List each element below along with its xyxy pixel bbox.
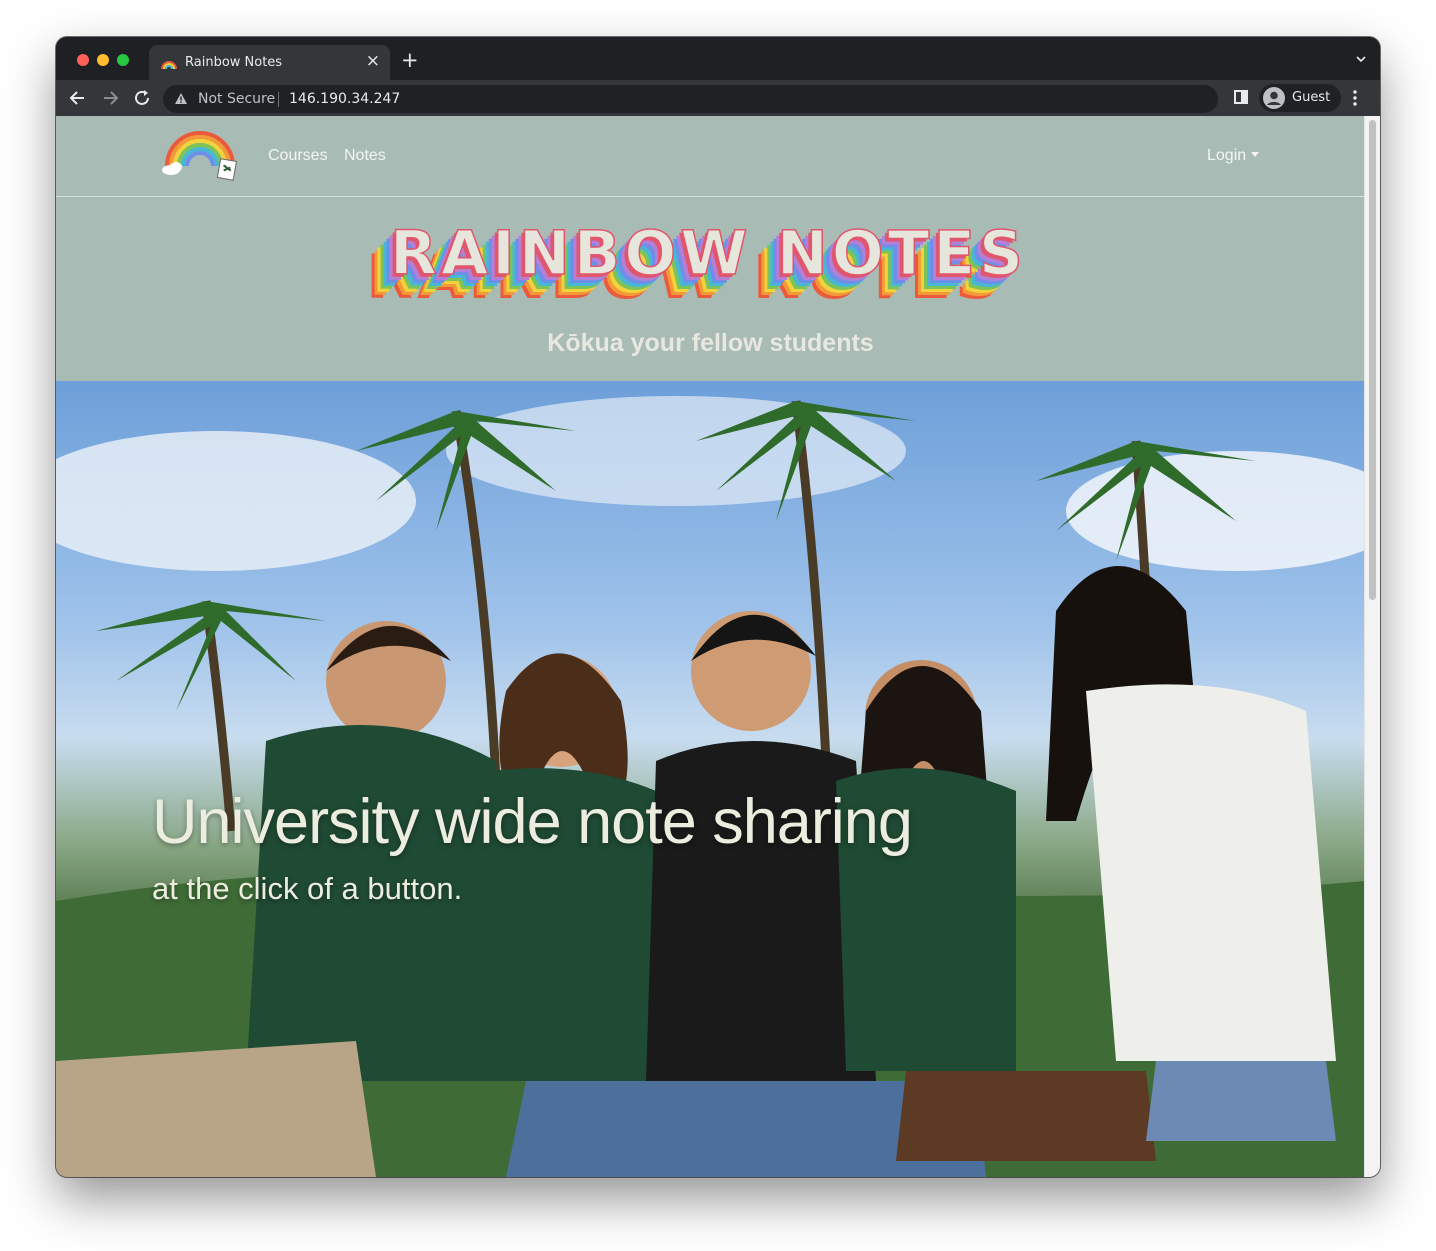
hero-subheading: at the click of a button. [152, 871, 463, 906]
nav-link-courses[interactable]: Courses [268, 147, 328, 165]
reload-icon[interactable] [131, 87, 153, 109]
minimize-window-button[interactable] [97, 54, 109, 66]
close-window-button[interactable] [77, 54, 89, 66]
login-dropdown[interactable]: Login [1207, 147, 1260, 165]
tab-strip: Rainbow Notes × + [56, 37, 1380, 80]
rainbow-favicon-icon [161, 61, 177, 70]
site-title: RAINBOW NOTES [389, 218, 1027, 289]
maximize-window-button[interactable] [117, 54, 129, 66]
site-navbar: Courses Notes Login [56, 116, 1365, 197]
login-label: Login [1207, 147, 1247, 164]
new-tab-button[interactable]: + [401, 48, 419, 72]
page-viewport: Courses Notes Login RAINBOW NOTES Kōkua … [56, 116, 1380, 1177]
rainbow-logo-icon[interactable] [161, 130, 241, 182]
side-panel-icon[interactable] [1234, 90, 1248, 104]
title-banner: RAINBOW NOTES Kōkua your fellow students [56, 197, 1365, 380]
back-arrow-icon[interactable] [67, 87, 89, 109]
scrollbar-thumb[interactable] [1369, 120, 1376, 600]
browser-toolbar: Not Secure 146.190.34.247 Guest [56, 80, 1380, 116]
caret-down-icon [1251, 152, 1260, 157]
address-bar[interactable]: Not Secure 146.190.34.247 [163, 85, 1218, 113]
page-scrollbar[interactable] [1364, 116, 1380, 1177]
warning-triangle-icon [175, 93, 187, 104]
hero-heading: University wide note sharing [152, 787, 913, 857]
kebab-menu-icon[interactable] [1352, 89, 1358, 107]
security-label[interactable]: Not Secure [198, 91, 275, 107]
chevron-down-icon[interactable] [1356, 54, 1366, 64]
nav-link-notes[interactable]: Notes [344, 147, 386, 165]
tab-close-icon[interactable]: × [366, 51, 380, 71]
hero-students-photo [56, 396, 1365, 1177]
avatar-icon [1263, 87, 1285, 109]
profile-button[interactable]: Guest [1259, 84, 1341, 112]
address-separator [278, 92, 279, 107]
site-subtitle: Kōkua your fellow students [547, 329, 874, 357]
hero-section: University wide note sharing at the clic… [56, 381, 1365, 1177]
url-text[interactable]: 146.190.34.247 [289, 91, 400, 107]
profile-label: Guest [1292, 90, 1331, 105]
tab-title: Rainbow Notes [185, 55, 283, 70]
browser-window: Rainbow Notes × + Not Secure 146.190.34.… [56, 37, 1380, 1177]
forward-arrow-icon[interactable] [99, 87, 121, 109]
browser-tab[interactable]: Rainbow Notes × [149, 45, 390, 80]
